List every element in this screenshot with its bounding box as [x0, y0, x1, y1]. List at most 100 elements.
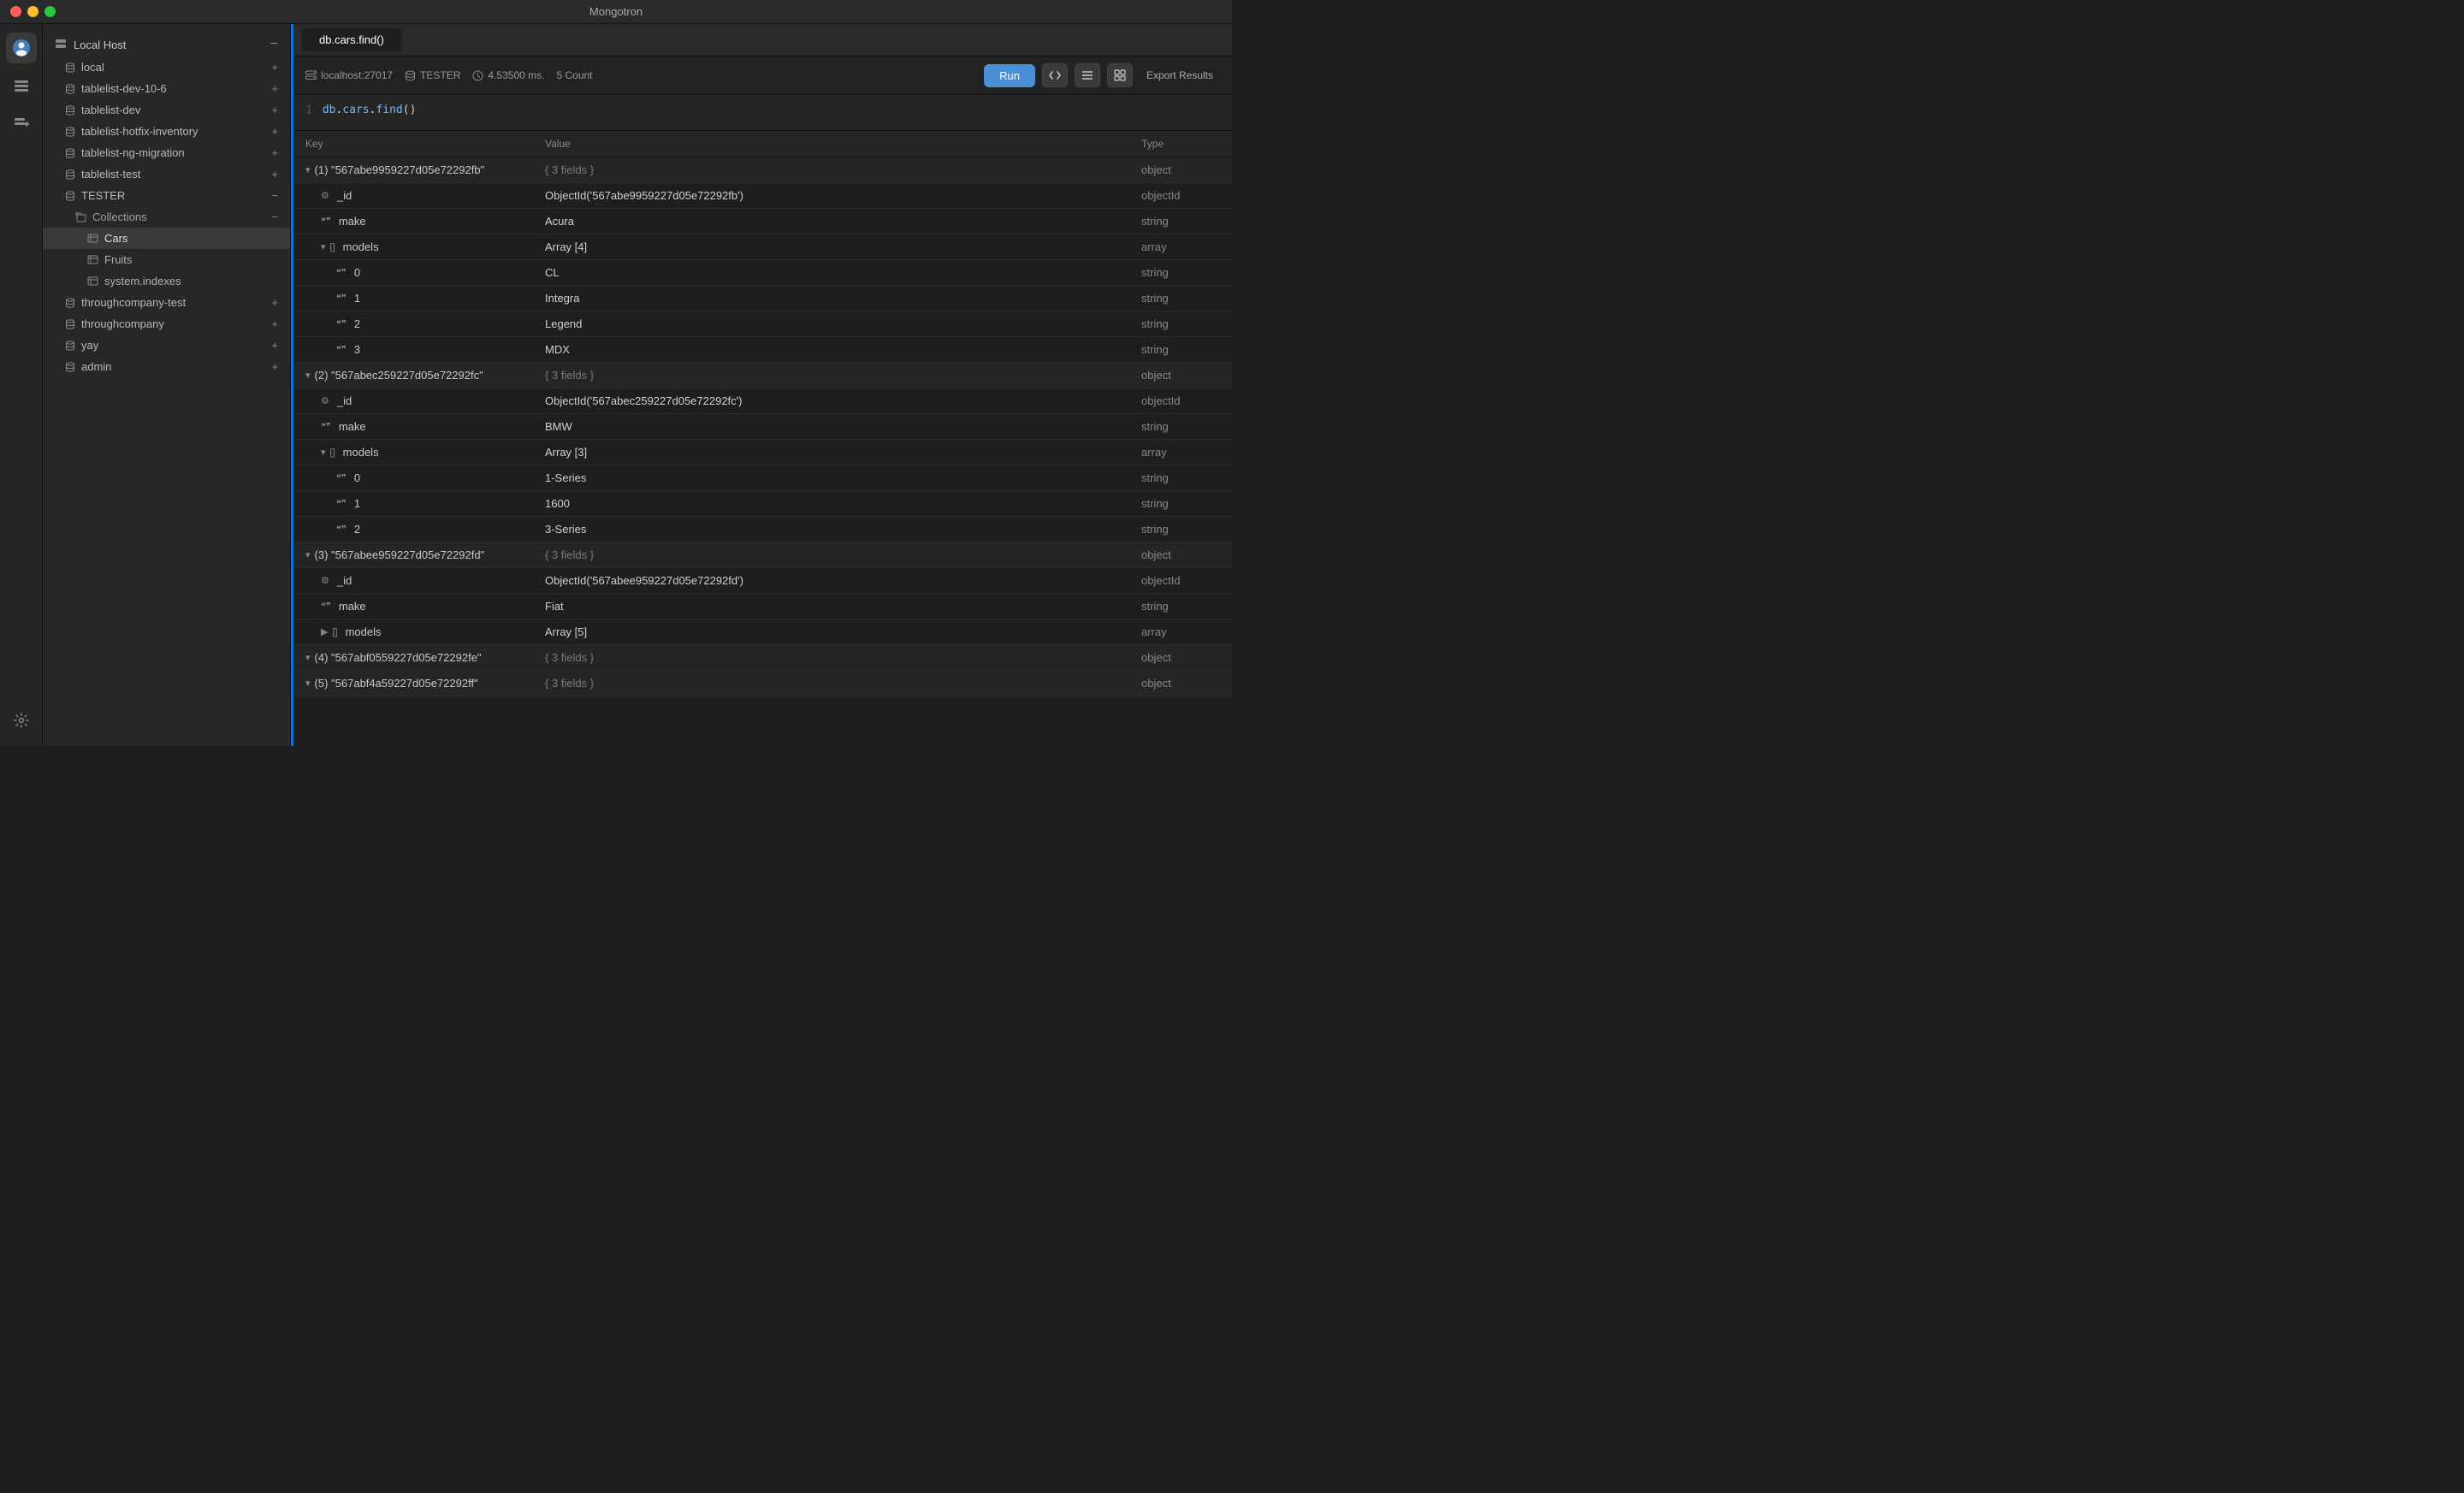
row-type: string	[1129, 465, 1232, 491]
table-row[interactable]: ❝❞2Legendstring	[293, 311, 1232, 337]
table-row[interactable]: ▾ (2) "567abec259227d05e72292fc" { 3 fie…	[293, 363, 1232, 388]
code-view-btn[interactable]	[1042, 63, 1068, 87]
table-row[interactable]: ❝❞23-Seriesstring	[293, 517, 1232, 542]
table-row[interactable]: ⚙_idObjectId('567abe9959227d05e72292fb')…	[293, 183, 1232, 209]
row-key: models	[343, 240, 379, 253]
db-name: tablelist-hotfix-inventory	[81, 125, 198, 138]
settings-btn[interactable]	[6, 705, 37, 736]
db-name: admin	[81, 360, 111, 373]
count-value: 5 Count	[556, 69, 592, 81]
table-row[interactable]: ▾[]modelsArray [4]array	[293, 234, 1232, 260]
sidebar-collection-system-indexes[interactable]: system.indexes	[43, 270, 290, 292]
table-row[interactable]: ❝❞0CLstring	[293, 260, 1232, 286]
sidebar-collection-cars[interactable]: Cars	[43, 228, 290, 249]
expand-arrow[interactable]: ▾	[321, 447, 326, 458]
sidebar-db-throughcompany-test[interactable]: throughcompany-test+	[43, 292, 290, 313]
local-host-collapse[interactable]: −	[270, 37, 278, 52]
add-db-btn[interactable]: +	[271, 339, 278, 352]
sidebar-db-tablelist-dev[interactable]: tablelist-dev+	[43, 99, 290, 121]
time-info: 4.53500 ms.	[472, 69, 544, 81]
expand-arrow[interactable]: ▾	[305, 370, 311, 381]
expand-arrow[interactable]: ▶	[321, 626, 328, 637]
table-row[interactable]: ❝❞3MDXstring	[293, 337, 1232, 363]
row-key: _id	[337, 574, 352, 587]
add-db-btn[interactable]: +	[271, 104, 278, 116]
table-row[interactable]: ❝❞11600string	[293, 491, 1232, 517]
row-key: 0	[354, 471, 360, 484]
minimize-button[interactable]	[27, 6, 38, 17]
db-name: tablelist-test	[81, 168, 140, 181]
active-tab[interactable]: db.cars.find()	[302, 28, 401, 51]
results-table: Key Value Type ▾ (1) "567abe9959227d05e7…	[293, 131, 1232, 696]
doc-fields: { 3 fields }	[533, 645, 1129, 671]
tab-bar: db.cars.find()	[293, 24, 1232, 56]
connections-btn[interactable]	[6, 70, 37, 101]
table-row[interactable]: ❝❞01-Seriesstring	[293, 465, 1232, 491]
query-text[interactable]: db.cars.find()	[323, 104, 417, 116]
table-row[interactable]: ▾[]modelsArray [3]array	[293, 440, 1232, 465]
db-name: throughcompany	[81, 317, 164, 330]
table-row[interactable]: ❝❞makeBMWstring	[293, 414, 1232, 440]
doc-header-id: (3) "567abee959227d05e72292fd"	[315, 548, 485, 561]
table-row[interactable]: ❝❞makeAcurastring	[293, 209, 1232, 234]
table-row[interactable]: ▾ (1) "567abe9959227d05e72292fb" { 3 fie…	[293, 157, 1232, 183]
local-host-label: Local Host	[74, 39, 126, 51]
add-db-btn[interactable]: +	[271, 125, 278, 138]
sidebar-db-admin[interactable]: admin +	[43, 356, 290, 377]
row-key: make	[339, 600, 366, 613]
maximize-button[interactable]	[44, 6, 56, 17]
collapse-db-btn[interactable]: −	[271, 189, 278, 202]
avatar-btn[interactable]	[6, 33, 37, 63]
sidebar-collection-fruits[interactable]: Fruits	[43, 249, 290, 270]
grid-view-btn[interactable]	[1107, 63, 1133, 87]
close-button[interactable]	[10, 6, 21, 17]
table-row[interactable]: ⚙_idObjectId('567abee959227d05e72292fd')…	[293, 568, 1232, 594]
sidebar-db-tablelist-hotfix-inventory[interactable]: tablelist-hotfix-inventory +	[43, 121, 290, 142]
avatar-icon	[12, 39, 31, 57]
add-db-btn[interactable]: +	[271, 296, 278, 309]
sidebar-db-throughcompany[interactable]: throughcompany +	[43, 313, 290, 335]
sidebar-db-local[interactable]: local +	[43, 56, 290, 78]
collections-collapse-btn[interactable]: −	[271, 210, 278, 223]
row-key: 2	[354, 523, 360, 536]
expand-arrow[interactable]: ▾	[321, 241, 326, 252]
row-value: Array [3]	[533, 440, 1129, 465]
expand-arrow[interactable]: ▾	[305, 678, 311, 689]
table-row[interactable]: ❝❞makeFiatstring	[293, 594, 1232, 619]
table-row[interactable]: ▾ (4) "567abf0559227d05e72292fe" { 3 fie…	[293, 645, 1232, 671]
db-name: local	[81, 61, 104, 74]
expand-arrow[interactable]: ▾	[305, 652, 311, 663]
row-key: 0	[354, 266, 360, 279]
row-value: MDX	[533, 337, 1129, 363]
type-column-header: Type	[1129, 131, 1232, 157]
doc-header-id: (1) "567abe9959227d05e72292fb"	[315, 163, 485, 176]
line-number: 1	[305, 104, 312, 117]
sidebar-db-tablelist-dev-10-6[interactable]: tablelist-dev-10-6+	[43, 78, 290, 99]
table-row[interactable]: ⚙_idObjectId('567abec259227d05e72292fc')…	[293, 388, 1232, 414]
add-db-btn[interactable]: +	[271, 168, 278, 181]
table-row[interactable]: ▾ (5) "567abf4a59227d05e72292ff" { 3 fie…	[293, 671, 1232, 696]
add-db-btn[interactable]: +	[271, 317, 278, 330]
export-button[interactable]: Export Results	[1140, 66, 1220, 85]
run-button[interactable]: Run	[984, 64, 1035, 87]
expand-arrow[interactable]: ▾	[305, 164, 311, 175]
sidebar-db-tablelist-test[interactable]: tablelist-test +	[43, 163, 290, 185]
add-connection-btn[interactable]	[6, 108, 37, 139]
add-db-btn[interactable]: +	[271, 360, 278, 373]
table-row[interactable]: ▶[]modelsArray [5]array	[293, 619, 1232, 645]
array-icon: []	[332, 627, 337, 637]
sidebar-db-tablelist-ng-migration[interactable]: tablelist-ng-migration+	[43, 142, 290, 163]
list-view-btn[interactable]	[1075, 63, 1100, 87]
add-db-btn[interactable]: +	[271, 146, 278, 159]
table-row[interactable]: ❝❞1Integrastring	[293, 286, 1232, 311]
table-row[interactable]: ▾ (3) "567abee959227d05e72292fd" { 3 fie…	[293, 542, 1232, 568]
sidebar-db-yay[interactable]: yay+	[43, 335, 290, 356]
expand-arrow[interactable]: ▾	[305, 549, 311, 560]
doc-fields: { 3 fields }	[533, 542, 1129, 568]
add-db-btn[interactable]: +	[271, 61, 278, 74]
collections-label[interactable]: Collections −	[43, 206, 290, 228]
local-host-item[interactable]: Local Host −	[43, 33, 290, 56]
sidebar-db-tester[interactable]: TESTER−	[43, 185, 290, 206]
row-value: Integra	[533, 286, 1129, 311]
add-db-btn[interactable]: +	[271, 82, 278, 95]
